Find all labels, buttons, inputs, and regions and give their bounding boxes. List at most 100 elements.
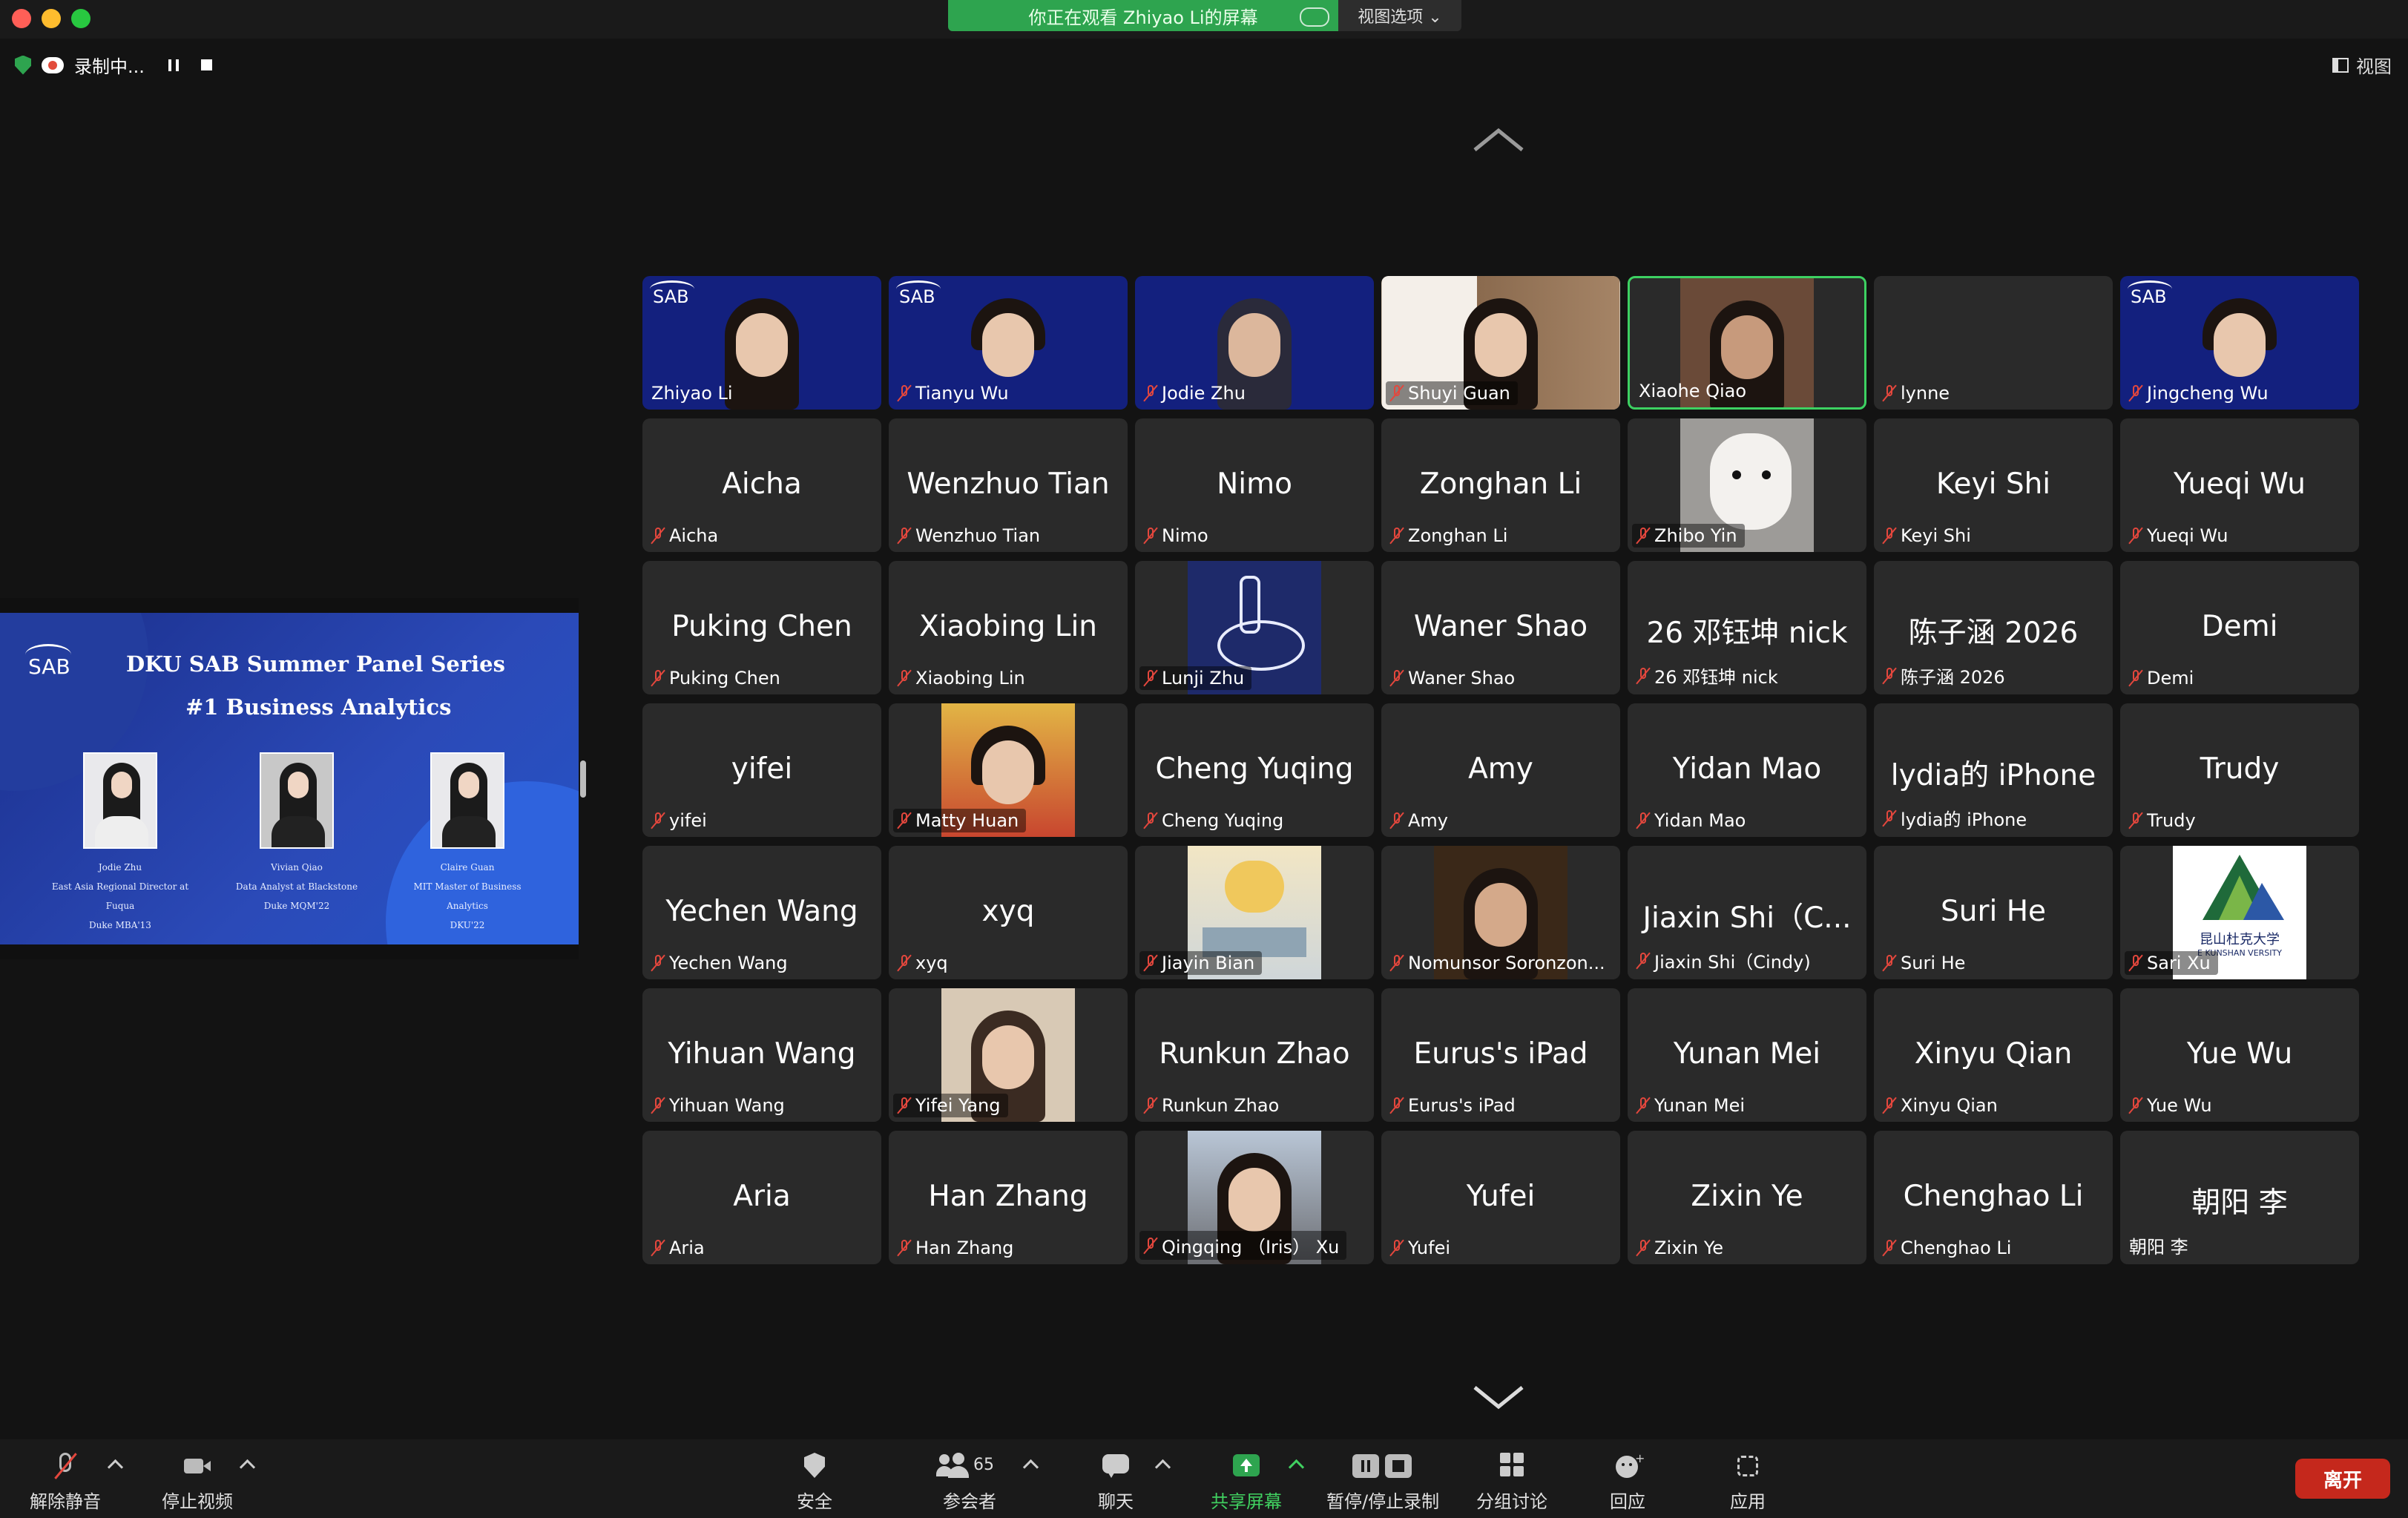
muted-mic-icon xyxy=(1883,809,1896,827)
view-button[interactable]: 视图 xyxy=(2332,52,2392,78)
sab-background-logo: SAB xyxy=(896,280,941,307)
security-button[interactable]: 安全 xyxy=(797,1453,832,1513)
participant-tile[interactable]: Qingqing （Iris） Xu xyxy=(1135,1131,1374,1264)
participant-name: Jiayin Bian xyxy=(1162,953,1255,973)
minimize-window-button[interactable] xyxy=(42,9,61,28)
chat-button[interactable]: 聊天 xyxy=(1098,1453,1134,1513)
muted-mic-icon xyxy=(1883,1239,1896,1257)
participant-tile[interactable]: Aria Aria xyxy=(642,1131,881,1264)
participant-tile[interactable]: Lunji Zhu xyxy=(1135,561,1374,694)
speaker-name: Claire Guan xyxy=(440,862,495,873)
participant-tile[interactable]: 26 邓钰坤 nick 26 邓钰坤 nick xyxy=(1628,561,1866,694)
pause-recording-icon[interactable] xyxy=(168,59,179,71)
participant-tile[interactable]: Jiayin Bian xyxy=(1135,846,1374,979)
close-window-button[interactable] xyxy=(12,9,31,28)
participant-tile[interactable]: Eurus's iPad Eurus's iPad xyxy=(1381,988,1620,1122)
muted-mic-icon xyxy=(1390,384,1404,402)
share-screen-button[interactable]: 共享屏幕 xyxy=(1211,1453,1282,1513)
participant-display-name: Cheng Yuqing xyxy=(1155,752,1354,786)
page-down-chevron-icon[interactable] xyxy=(1472,1383,1525,1413)
participant-tile[interactable]: Waner Shao Waner Shao xyxy=(1381,561,1620,694)
participant-tile[interactable]: Zhibo Yin xyxy=(1628,418,1866,552)
participant-tile[interactable]: Wenzhuo Tian Wenzhuo Tian xyxy=(889,418,1128,552)
participant-tile[interactable]: Nomunsor Soronzon... xyxy=(1381,846,1620,979)
participant-tile[interactable]: Keyi Shi Keyi Shi xyxy=(1874,418,2113,552)
participant-tile[interactable]: Amy Amy xyxy=(1381,703,1620,837)
participant-tile-active-speaker[interactable]: Xiaohe Qiao xyxy=(1628,276,1866,410)
participant-tile[interactable]: Shuyi Guan xyxy=(1381,276,1620,410)
view-options-button[interactable]: 视图选项 ⌄ xyxy=(1338,0,1461,31)
zoom-window-button[interactable] xyxy=(71,9,91,28)
participant-tile[interactable]: SAB Jingcheng Wu xyxy=(2120,276,2359,410)
participant-tile[interactable]: SAB Tianyu Wu xyxy=(889,276,1128,410)
chat-options-caret[interactable] xyxy=(1154,1459,1171,1476)
participant-tile[interactable]: Xiaobing Lin Xiaobing Lin xyxy=(889,561,1128,694)
participant-tile[interactable]: Suri He Suri He xyxy=(1874,846,2113,979)
participant-display-name: Puking Chen xyxy=(671,610,852,643)
participant-tile[interactable]: lydia的 iPhone lydia的 iPhone xyxy=(1874,703,2113,837)
participant-tile[interactable]: Xinyu Qian Xinyu Qian xyxy=(1874,988,2113,1122)
participant-tile[interactable]: Aicha Aicha xyxy=(642,418,881,552)
participant-tile[interactable]: 昆山杜克大学 E KUNSHAN VERSITY Sari Xu xyxy=(2120,846,2359,979)
page-up-chevron-icon[interactable] xyxy=(1472,125,1525,154)
participant-label: Runkun Zhao xyxy=(1139,1094,1286,1117)
participant-label: Han Zhang xyxy=(893,1236,1021,1260)
participant-tile[interactable]: Yechen Wang Yechen Wang xyxy=(642,846,881,979)
participant-tile[interactable]: Yidan Mao Yidan Mao xyxy=(1628,703,1866,837)
video-options-caret[interactable] xyxy=(239,1459,256,1476)
participant-tile[interactable]: Jodie Zhu xyxy=(1135,276,1374,410)
participants-options-caret[interactable] xyxy=(1022,1459,1039,1476)
stop-video-button[interactable]: 停止视频 xyxy=(162,1453,233,1513)
participant-tile[interactable]: Yue Wu Yue Wu xyxy=(2120,988,2359,1122)
participant-tile[interactable]: Yifei Yang xyxy=(889,988,1128,1122)
participant-tile[interactable]: Chenghao Li Chenghao Li xyxy=(1874,1131,2113,1264)
participant-tile[interactable]: Matty Huan xyxy=(889,703,1128,837)
participant-tile[interactable]: Zixin Ye Zixin Ye xyxy=(1628,1131,1866,1264)
pause-stop-icon xyxy=(1349,1453,1416,1479)
pause-stop-recording-button[interactable]: 暂停/停止录制 xyxy=(1326,1453,1439,1513)
participant-tile[interactable]: Demi Demi xyxy=(2120,561,2359,694)
muted-mic-icon xyxy=(651,527,665,545)
participant-label: Jiaxin Shi（Cindy) xyxy=(1632,946,1818,975)
participant-tile[interactable]: Jiaxin Shi（C... Jiaxin Shi（Cindy) xyxy=(1628,846,1866,979)
participant-name: Wenzhuo Tian xyxy=(915,525,1041,546)
breakout-rooms-button[interactable]: 分组讨论 xyxy=(1476,1453,1547,1513)
participant-label: Yechen Wang xyxy=(647,951,795,975)
muted-mic-icon xyxy=(1390,527,1404,545)
apps-button[interactable]: 应用 xyxy=(1730,1453,1766,1513)
participant-tile[interactable]: Nimo Nimo xyxy=(1135,418,1374,552)
participant-tile[interactable]: SAB Zhiyao Li xyxy=(642,276,881,410)
participant-tile[interactable]: Yufei Yufei xyxy=(1381,1131,1620,1264)
participant-tile[interactable]: Trudy Trudy xyxy=(2120,703,2359,837)
participant-label: Yue Wu xyxy=(2125,1094,2220,1117)
audio-options-caret[interactable] xyxy=(107,1459,124,1476)
participant-tile[interactable]: 朝阳 李朝阳 李 xyxy=(2120,1131,2359,1264)
encryption-shield-icon[interactable] xyxy=(15,55,31,75)
participant-tile[interactable]: Puking Chen Puking Chen xyxy=(642,561,881,694)
presentation-slide: SAB DKU SAB Summer Panel Series #1 Busin… xyxy=(0,613,579,944)
participant-tile[interactable]: Han Zhang Han Zhang xyxy=(889,1131,1128,1264)
stop-recording-icon[interactable] xyxy=(200,59,212,70)
leave-meeting-button[interactable]: 离开 xyxy=(2295,1459,2390,1499)
participant-tile[interactable]: lynne xyxy=(1874,276,2113,410)
participant-display-name: Xiaobing Lin xyxy=(918,610,1098,643)
speaker-card: Vivian Qiao Data Analyst at Blackstone D… xyxy=(223,752,371,916)
participant-tile[interactable]: Cheng Yuqing Cheng Yuqing xyxy=(1135,703,1374,837)
share-options-caret[interactable] xyxy=(1288,1459,1305,1476)
split-view-handle[interactable] xyxy=(580,760,586,798)
participant-tile[interactable]: Yunan Mei Yunan Mei xyxy=(1628,988,1866,1122)
participant-tile[interactable]: 陈子涵 2026 陈子涵 2026 xyxy=(1874,561,2113,694)
shared-screen: SAB DKU SAB Summer Panel Series #1 Busin… xyxy=(0,598,579,959)
participants-button[interactable]: 65 参会者 xyxy=(936,1453,1003,1513)
participant-tile[interactable]: Yihuan Wang Yihuan Wang xyxy=(642,988,881,1122)
participant-tile[interactable]: xyq xyq xyxy=(889,846,1128,979)
reactions-button[interactable]: + 回应 xyxy=(1610,1451,1645,1513)
participant-tile[interactable]: Runkun Zhao Runkun Zhao xyxy=(1135,988,1374,1122)
participant-label: Tianyu Wu xyxy=(893,381,1016,405)
participant-tile[interactable]: Yueqi Wu Yueqi Wu xyxy=(2120,418,2359,552)
participant-tile[interactable]: Zonghan Li Zonghan Li xyxy=(1381,418,1620,552)
unmute-button[interactable]: 解除静音 xyxy=(30,1453,101,1513)
participant-tile[interactable]: yifei yifei xyxy=(642,703,881,837)
participant-name: Matty Huan xyxy=(915,810,1019,831)
participant-name: 26 邓钰坤 nick xyxy=(1654,667,1778,688)
